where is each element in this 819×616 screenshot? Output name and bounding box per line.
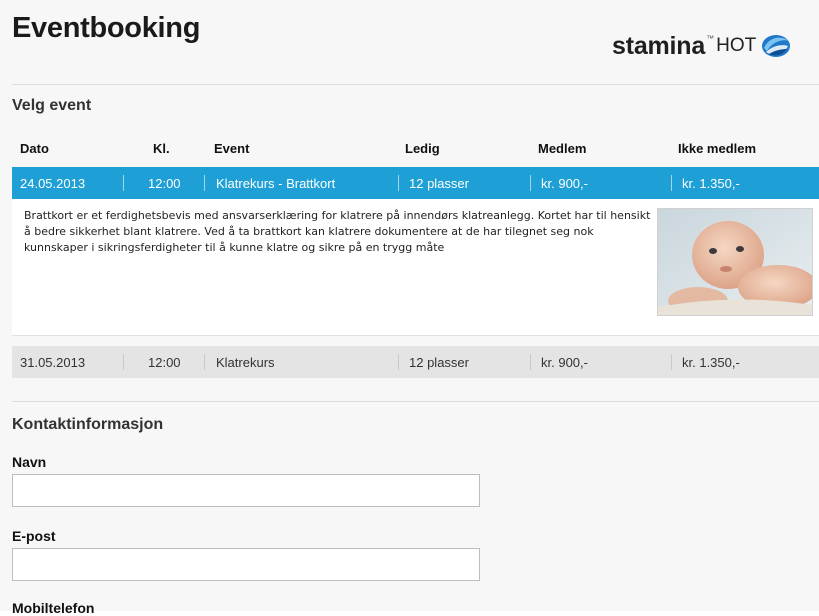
column-header-non-member: Ikke medlem xyxy=(678,141,757,156)
event-non-member-price: kr. 1.350,- xyxy=(682,355,740,370)
event-available: 12 plasser xyxy=(409,355,469,370)
column-header-event: Event xyxy=(214,141,250,156)
event-available: 12 plasser xyxy=(409,176,469,191)
stamina-swirl-icon xyxy=(762,35,791,57)
divider xyxy=(12,401,819,402)
event-time: 12:00 xyxy=(148,176,181,191)
event-row-selected[interactable]: 24.05.2013 12:00 Klatrekurs - Brattkort … xyxy=(12,167,819,199)
column-separator xyxy=(123,354,124,370)
name-label: Navn xyxy=(12,454,47,470)
column-separator xyxy=(398,175,399,191)
event-time: 12:00 xyxy=(148,355,181,370)
logo-trademark: ™ xyxy=(706,33,715,43)
logo-text-main: stamina xyxy=(612,31,706,60)
event-member-price: kr. 900,- xyxy=(541,355,588,370)
event-image xyxy=(657,208,813,316)
column-header-time: Kl. xyxy=(153,141,170,156)
event-name: Klatrekurs - Brattkort xyxy=(216,176,336,191)
event-row[interactable]: 31.05.2013 12:00 Klatrekurs 12 plasser k… xyxy=(12,346,819,378)
email-label: E-post xyxy=(12,528,56,544)
event-detail-panel: Brattkort er et ferdighetsbevis med ansv… xyxy=(12,199,819,336)
column-separator xyxy=(204,175,205,191)
baby-photo-icon xyxy=(658,209,812,315)
email-field[interactable] xyxy=(12,548,480,581)
name-field[interactable] xyxy=(12,474,480,507)
event-name: Klatrekurs xyxy=(216,355,275,370)
page-title: Eventbooking xyxy=(12,12,201,44)
column-separator xyxy=(123,175,124,191)
column-separator xyxy=(398,354,399,370)
column-separator xyxy=(671,175,672,191)
event-description: Brattkort er et ferdighetsbevis med ansv… xyxy=(24,209,651,254)
section-title-events: Velg event xyxy=(12,97,92,114)
column-separator xyxy=(204,354,205,370)
event-date: 24.05.2013 xyxy=(20,176,86,191)
column-header-available: Ledig xyxy=(405,141,440,156)
column-header-member: Medlem xyxy=(538,141,587,156)
column-separator xyxy=(530,175,531,191)
event-member-price: kr. 900,- xyxy=(541,176,588,191)
header: Eventbooking stamina ™ HOT xyxy=(0,0,819,84)
stamina-hot-logo: stamina ™ HOT xyxy=(612,30,791,62)
divider xyxy=(12,84,819,85)
column-separator xyxy=(671,354,672,370)
column-separator xyxy=(530,354,531,370)
column-header-date: Dato xyxy=(20,141,49,156)
event-date: 31.05.2013 xyxy=(20,355,86,370)
page: Eventbooking stamina ™ HOT Velg event Da… xyxy=(0,0,819,616)
section-title-contact: Kontaktinformasjon xyxy=(12,416,164,433)
event-non-member-price: kr. 1.350,- xyxy=(682,176,740,191)
logo-text-hot: HOT xyxy=(716,35,757,56)
events-table-header: Dato Kl. Event Ledig Medlem Ikke medlem xyxy=(12,137,819,163)
phone-label: Mobiltelefon xyxy=(12,600,95,616)
